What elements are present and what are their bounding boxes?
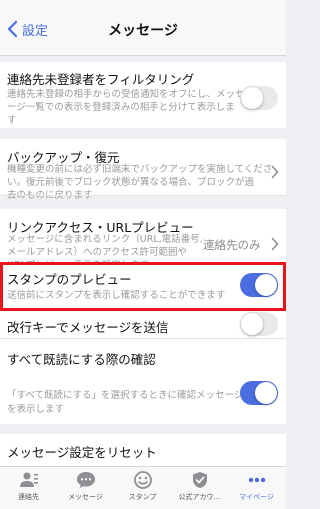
message-icon [76,472,95,488]
tab-label: マイページ [239,493,274,501]
tab-official-account[interactable]: 公式アカウ… [171,471,228,507]
read-all-confirm-desc-line1: 「すべて既読にする」を選択するときに確認メッセージ [7,390,244,401]
link-preview-desc-line1: メッセージに含まれるリンク（URL,電話番号, [7,234,203,245]
filter-toggle[interactable] [240,86,278,110]
setting-row-backup[interactable]: バックアップ・復元 機種変更の前には必ず旧端末でバックアップを実施してくださ い… [0,139,286,201]
tab-label: スタンプ [128,493,157,501]
read-all-confirm-toggle[interactable] [240,381,278,405]
tab-label: 連絡先 [18,493,39,501]
official-account-icon [192,472,207,488]
filter-desc-line1: 連絡先未登録の相手からの受信通知をオフにし、メッセ [7,89,245,100]
setting-row-link-preview[interactable]: リンクアクセス・URLプレビュー メッセージに含まれるリンク（URL,電話番号,… [0,209,286,271]
toggle-knob [241,313,263,335]
link-preview-value: 連絡先のみ [203,238,261,252]
backup-desc-line2: い。復元前後でブロック状態が異なる場合、ブロックが過 [7,177,255,188]
more-icon [248,477,265,483]
tab-label: メッセージ [68,493,103,501]
toggle-knob [255,382,277,404]
contacts-icon [19,472,38,487]
chevron-right-icon [271,237,279,251]
tab-stamp[interactable]: スタンプ [114,471,171,507]
tab-mypage[interactable]: マイページ [228,471,285,507]
filter-title: 連絡先未登録者をフィルタリング [7,72,195,87]
enter-send-toggle[interactable] [240,312,278,336]
enter-send-title: 改行キーでメッセージを送信 [7,320,169,335]
page-title: メッセージ [108,23,178,39]
stamp-icon [133,471,152,489]
tab-label: 公式アカウ… [178,493,221,501]
read-all-confirm-desc-line2: を表示します [7,404,65,415]
filter-desc-line2: ージ一覧での表示を登録済みの相手と分けて表示しま [7,102,235,113]
chevron-right-icon [271,165,279,179]
read-all-confirm-title: すべて既読にする際の確認 [7,352,156,367]
toggle-knob [241,87,263,109]
setting-row-read-all-confirm: すべて既読にする際の確認 「すべて既読にする」を選択するときに確認メッセージ を… [0,339,286,424]
setting-row-enter-send: 改行キーでメッセージを送信 [0,311,286,338]
navigation-bar: 設定 メッセージ [0,0,286,56]
backup-desc-line3: 去のものに戻ります [7,189,93,203]
tab-message[interactable]: メッセージ [57,471,114,507]
tab-bar: 連絡先 メッセージ スタンプ 公式アカウ… マイページ [0,466,286,509]
setting-row-reset[interactable]: メッセージ設定をリセット [0,434,286,466]
filter-desc-line3: す [7,115,17,126]
highlight-box [0,262,286,311]
setting-row-filter: 連絡先未登録者をフィルタリング 連絡先未登録の相手からの受信通知をオフにし、メッ… [0,62,286,128]
tab-contacts[interactable]: 連絡先 [0,471,57,507]
backup-desc-line1: 機種変更の前には必ず旧端末でバックアップを実施してくださ [7,164,273,175]
reset-title: メッセージ設定をリセット [7,445,157,460]
divider [0,195,286,196]
link-preview-desc-line2: メールアドレス）へのアクセス許可範囲や [7,247,188,258]
